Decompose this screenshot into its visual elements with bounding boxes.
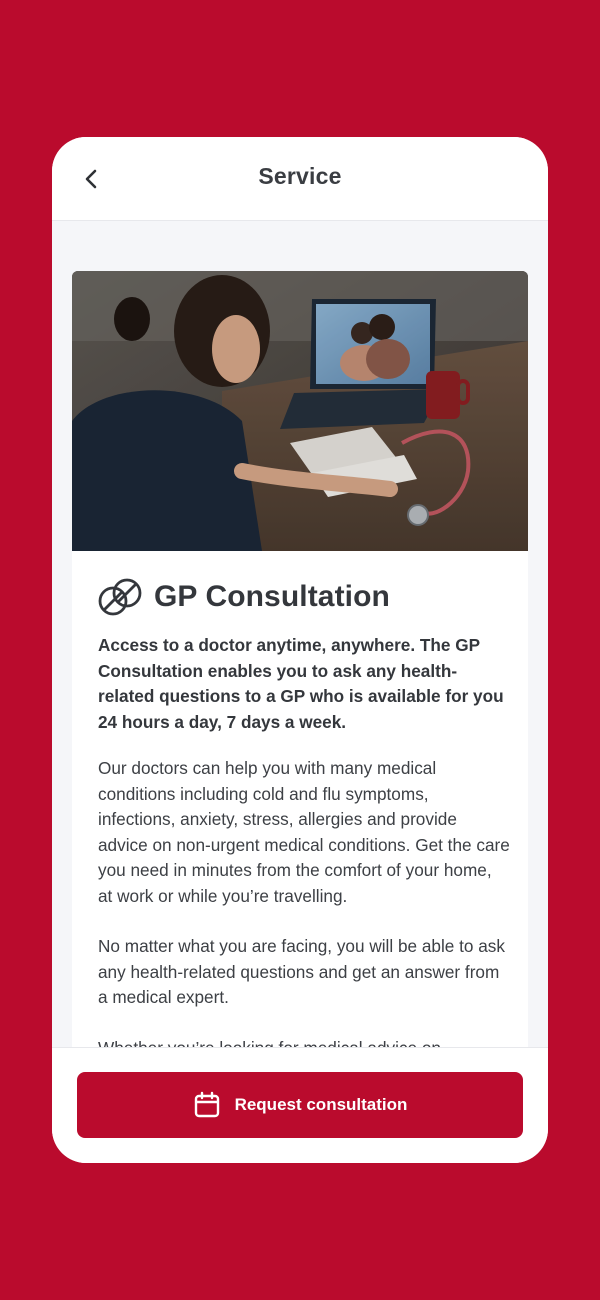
request-consultation-button[interactable]: Request consultation (77, 1072, 523, 1138)
pills-icon (98, 578, 142, 616)
service-title: GP Consultation (154, 580, 390, 613)
request-consultation-label: Request consultation (234, 1095, 408, 1114)
service-header: GP Consultation (98, 571, 390, 623)
bottom-action-bar: Request consultation (52, 1047, 548, 1163)
page-title: Service (258, 163, 342, 189)
service-description-2: No matter what you are facing, you will … (98, 936, 505, 1007)
top-bar: Service (52, 137, 548, 221)
phone-frame: Service GP Consultation Access to a doct… (52, 137, 548, 1163)
hero-image (72, 271, 528, 551)
content-scroll-area[interactable]: GP Consultation Access to a doctor anyti… (52, 221, 548, 1047)
service-description: Our doctors can help you with many medic… (98, 758, 510, 906)
service-card: GP Consultation Access to a doctor anyti… (72, 271, 528, 1047)
calendar-icon (194, 1091, 219, 1118)
service-intro: Access to a doctor anytime, anywhere. Th… (98, 635, 504, 732)
service-description-3: Whether you’re looking for medical advic… (98, 1036, 510, 1047)
